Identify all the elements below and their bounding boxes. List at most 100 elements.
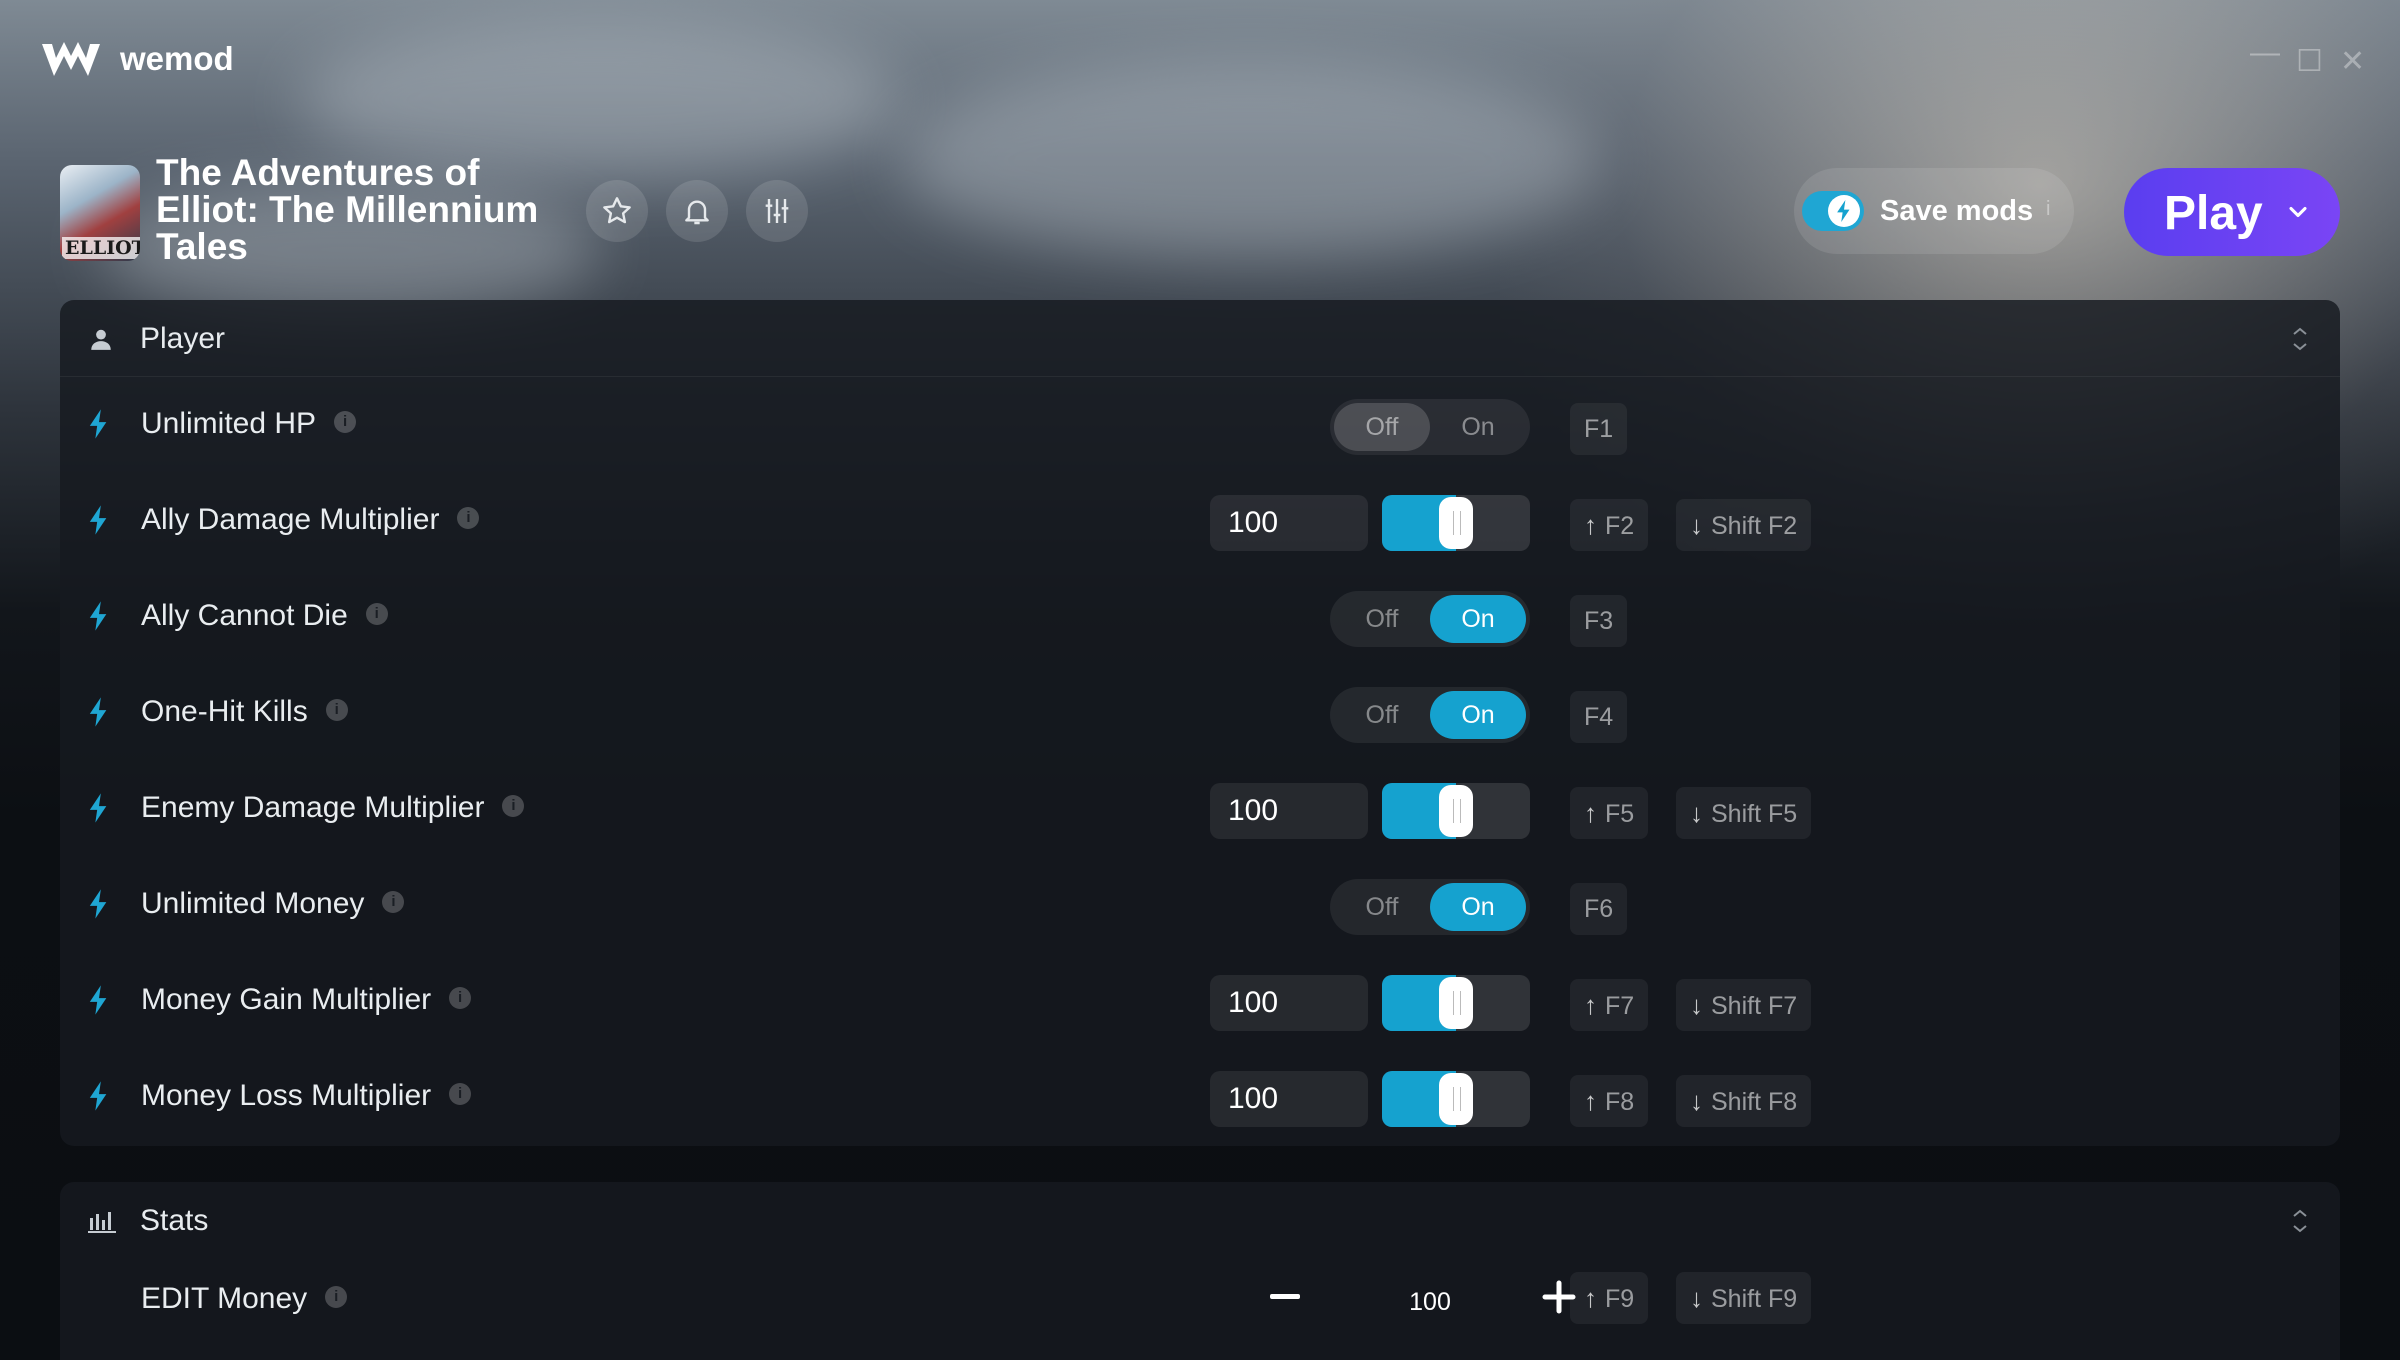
toggle-on[interactable]: On — [1430, 403, 1526, 451]
mod-name: EDIT Money i — [141, 1282, 348, 1316]
bell-icon — [685, 200, 709, 225]
user-icon — [91, 329, 111, 350]
arrow-up-icon: ↑ — [1584, 510, 1597, 540]
hotkey-decrease[interactable]: ↓ Shift F9 — [1676, 1272, 1812, 1324]
mod-name: Unlimited Money i — [141, 887, 405, 921]
arrow-down-icon: ↓ — [1690, 510, 1703, 540]
section-header[interactable]: Player — [60, 300, 2340, 377]
mod-name: Ally Cannot Die i — [141, 599, 388, 633]
toggle-off[interactable]: Off — [1334, 403, 1430, 451]
toggle-on[interactable]: On — [1430, 691, 1526, 739]
play-label: Play — [2164, 187, 2263, 240]
arrow-up-icon: ↑ — [1584, 990, 1597, 1020]
toggle-off[interactable]: Off — [1334, 595, 1430, 643]
save-mods-label: Save mods — [1880, 195, 2034, 227]
hotkey-decrease[interactable]: ↓ Shift F8 — [1676, 1075, 1812, 1127]
close-button[interactable]: ✕ — [2340, 44, 2365, 79]
hotkey-increase[interactable]: ↑ F7 — [1570, 979, 1649, 1031]
arrow-down-icon: ↓ — [1690, 1086, 1703, 1116]
mod-slider[interactable] — [1382, 495, 1530, 551]
bar-chart-icon — [88, 1212, 116, 1233]
mod-toggle[interactable]: Off On — [1330, 879, 1530, 935]
section-header[interactable]: Stats — [60, 1182, 2340, 1258]
hotkey[interactable]: F3 — [1570, 595, 1628, 647]
mod-toggle[interactable]: Off On — [1330, 687, 1530, 743]
arrow-up-icon: ↑ — [1584, 798, 1597, 828]
info-icon[interactable]: i — [449, 1083, 472, 1106]
info-icon[interactable]: i — [382, 891, 405, 914]
mod-row: Unlimited HP i Off On F1 — [60, 379, 2340, 475]
bolt-icon — [1837, 200, 1850, 222]
info-icon[interactable]: i — [365, 603, 388, 626]
maximize-button[interactable]: ☐ — [2296, 44, 2323, 79]
game-cover: ELLIOT — [60, 165, 140, 261]
info-icon[interactable]: i — [457, 507, 480, 530]
stepper-value: 100 — [1409, 1288, 1451, 1316]
hotkey-decrease[interactable]: ↓ Shift F5 — [1676, 787, 1812, 839]
info-icon[interactable]: i — [334, 411, 357, 434]
hotkey-increase[interactable]: ↑ F2 — [1570, 499, 1649, 551]
arrow-down-icon: ↓ — [1690, 798, 1703, 828]
value-input[interactable]: 100 — [1210, 1071, 1368, 1127]
play-button[interactable]: Play — [2124, 168, 2340, 256]
mod-row: Money Gain Multiplier i 100 ↑ F7 ↓ Shift F7 — [60, 955, 2340, 1051]
collapse-icon[interactable] — [2290, 1208, 2310, 1234]
value-input[interactable]: 100 — [1210, 975, 1368, 1031]
mod-toggle[interactable]: Off On — [1330, 399, 1530, 455]
settings-button[interactable] — [746, 180, 808, 242]
mod-name: Enemy Damage Multiplier i — [141, 791, 525, 825]
hotkey-increase[interactable]: ↑ F9 — [1570, 1272, 1649, 1324]
bolt-icon — [89, 697, 107, 727]
hotkey[interactable]: F4 — [1570, 691, 1628, 743]
arrow-down-icon: ↓ — [1690, 1283, 1703, 1313]
hotkey[interactable]: F6 — [1570, 883, 1628, 935]
mod-row: Ally Cannot Die i Off On F3 — [60, 571, 2340, 667]
arrow-down-icon: ↓ — [1690, 990, 1703, 1020]
mod-name: Money Gain Multiplier i — [141, 983, 472, 1017]
mod-row: Ally Damage Multiplier i 100 ↑ F2 ↓ Shift F… — [60, 475, 2340, 571]
mod-name: Money Loss Multiplier i — [141, 1079, 472, 1113]
toggle-on[interactable]: On — [1430, 883, 1526, 931]
mod-toggle[interactable]: Off On — [1330, 591, 1530, 647]
info-icon[interactable]: i — [325, 1286, 348, 1309]
section-player: Player Unlimited HP i Off On F1 Ally Dama… — [60, 300, 2340, 1146]
chevron-down-icon[interactable] — [2284, 198, 2312, 226]
value-input[interactable]: 100 — [1210, 495, 1368, 551]
decrement-button[interactable] — [1270, 1294, 1300, 1299]
save-mods-toggle[interactable] — [1802, 191, 1864, 231]
brand-name: wemod — [120, 40, 234, 77]
save-mods-control[interactable]: Save mods i — [1794, 168, 2074, 254]
info-icon[interactable]: i — [2046, 198, 2050, 221]
mod-slider[interactable] — [1382, 783, 1530, 839]
arrow-up-icon: ↑ — [1584, 1283, 1597, 1313]
bolt-icon — [89, 505, 107, 535]
toggle-off[interactable]: Off — [1334, 883, 1430, 931]
hotkey-decrease[interactable]: ↓ Shift F2 — [1676, 499, 1812, 551]
favorite-button[interactable] — [586, 180, 648, 242]
mod-slider[interactable] — [1382, 1071, 1530, 1127]
bolt-icon — [89, 1081, 107, 1111]
info-icon[interactable]: i — [502, 795, 525, 818]
hotkey-increase[interactable]: ↑ F5 — [1570, 787, 1649, 839]
toggle-off[interactable]: Off — [1334, 691, 1430, 739]
star-icon — [603, 197, 631, 224]
info-icon[interactable]: i — [325, 699, 348, 722]
wemod-logo-icon — [42, 42, 100, 76]
hotkey-increase[interactable]: ↑ F8 — [1570, 1075, 1649, 1127]
value-input[interactable]: 100 — [1210, 783, 1368, 839]
title-bar: wemod — ☐ ✕ — [0, 0, 2400, 120]
section-stats: Stats EDIT Money i 100 ↑ F9 ↓ Shift F9 — [60, 1182, 2340, 1360]
mod-slider[interactable] — [1382, 975, 1530, 1031]
arrow-up-icon: ↑ — [1584, 1086, 1597, 1116]
minimize-button[interactable]: — — [2250, 36, 2280, 70]
mod-name: Unlimited HP i — [141, 407, 357, 441]
info-icon[interactable]: i — [449, 987, 472, 1010]
bolt-icon — [89, 409, 107, 439]
collapse-icon[interactable] — [2290, 326, 2310, 352]
toggle-on[interactable]: On — [1430, 595, 1526, 643]
bolt-icon — [89, 889, 107, 919]
bolt-icon — [89, 985, 107, 1015]
hotkey[interactable]: F1 — [1570, 403, 1628, 455]
notifications-button[interactable] — [666, 180, 728, 242]
hotkey-decrease[interactable]: ↓ Shift F7 — [1676, 979, 1812, 1031]
